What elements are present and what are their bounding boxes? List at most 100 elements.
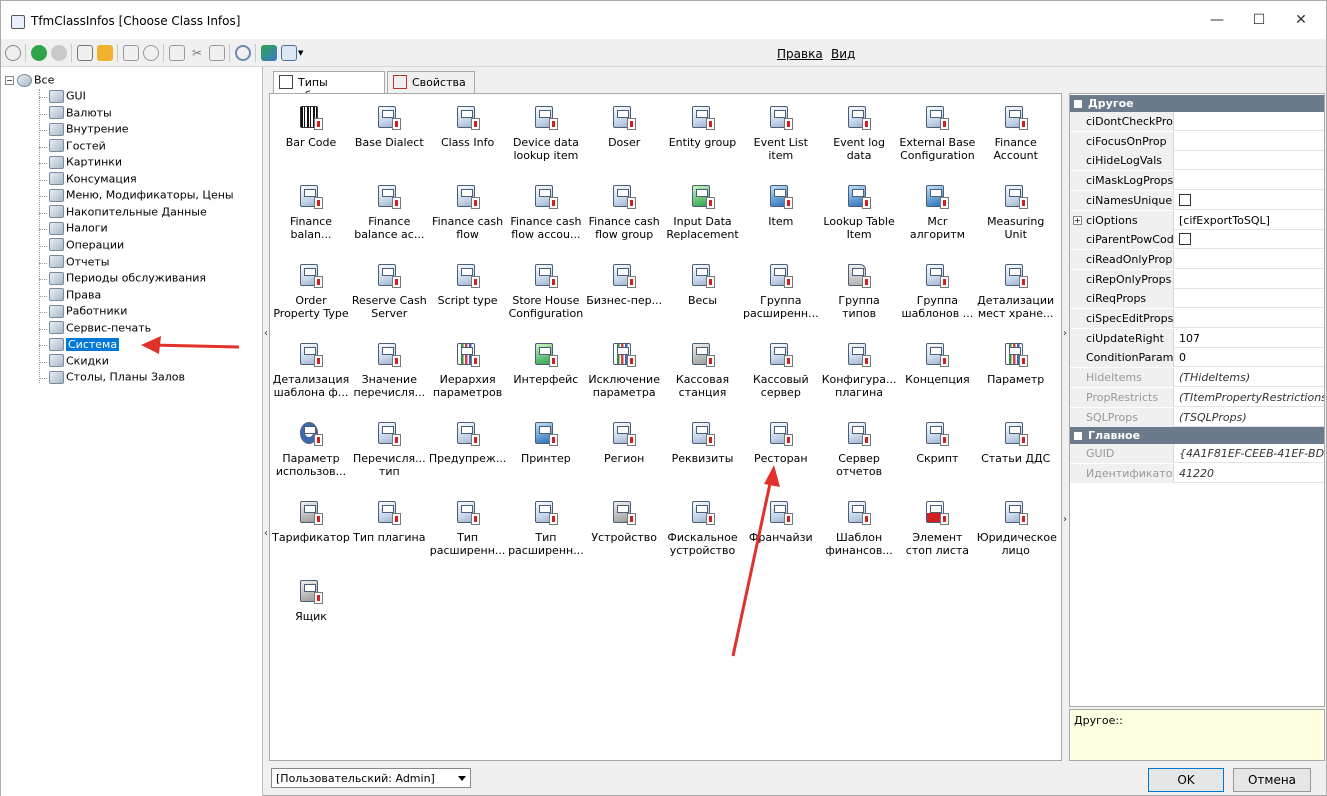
tree-item[interactable]: Гостей	[49, 139, 106, 155]
property-value[interactable]	[1176, 270, 1324, 289]
property-value[interactable]: 107	[1176, 329, 1324, 348]
tree-item[interactable]: Внутрение	[49, 122, 129, 138]
history-icon[interactable]	[5, 45, 21, 61]
tree-item[interactable]: Валюты	[49, 106, 112, 122]
collapse-icon[interactable]	[1074, 432, 1082, 441]
object-type-tile[interactable]: Предупреж...	[429, 414, 507, 484]
property-value[interactable]: (THideItems)	[1176, 368, 1324, 387]
property-row[interactable]: ciReadOnlyProps	[1070, 249, 1324, 269]
property-value[interactable]: [cifExportToSQL]	[1176, 211, 1324, 230]
forward-icon[interactable]	[51, 45, 67, 61]
user-combo[interactable]: [Пользовательский: Admin]	[271, 768, 471, 788]
property-checkbox[interactable]	[1179, 193, 1191, 206]
property-value[interactable]	[1176, 112, 1324, 131]
tree-root[interactable]: − Все	[5, 73, 54, 89]
tree-item[interactable]: GUI	[49, 89, 86, 105]
property-row[interactable]: PropRestricts (TItemPropertyRestrictions)	[1070, 387, 1324, 407]
paste-icon[interactable]	[209, 45, 225, 61]
tab-object-types[interactable]: Типы объектов	[273, 71, 385, 102]
property-value[interactable]	[1176, 230, 1324, 249]
object-type-tile[interactable]: Тарификатор	[272, 493, 350, 563]
object-type-tile[interactable]: Finance balance ac...	[350, 177, 428, 247]
object-type-tile[interactable]: Кассовая станция	[664, 335, 742, 405]
property-value[interactable]	[1176, 309, 1324, 328]
object-type-tile[interactable]: Finance Account	[977, 98, 1055, 168]
object-type-tile[interactable]: Doser	[585, 98, 663, 168]
collapse-icon[interactable]: −	[5, 75, 14, 85]
object-type-tile[interactable]: Input Data Replacement	[664, 177, 742, 247]
object-type-tile[interactable]: Юридическое лицо	[977, 493, 1057, 563]
object-type-tile[interactable]: Элемент стоп листа	[898, 493, 976, 563]
object-type-tile[interactable]: Группа шаблонов ...	[898, 256, 976, 326]
object-type-tile[interactable]: Script type	[429, 256, 507, 326]
property-value[interactable]	[1176, 132, 1324, 151]
minimize-button[interactable]: —	[1197, 9, 1237, 31]
cancel-button[interactable]: Отмена	[1233, 768, 1311, 792]
object-type-tile[interactable]: Lookup Table Item	[820, 177, 898, 247]
object-type-tile[interactable]: Иерархия параметров	[429, 335, 507, 405]
property-value[interactable]	[1176, 151, 1324, 170]
tree-item[interactable]: Периоды обслуживания	[49, 271, 206, 287]
property-row[interactable]: ciDontCheckProp	[1070, 112, 1324, 131]
tree-item[interactable]: Отчеты	[49, 255, 109, 271]
tree-item[interactable]: Работники	[49, 304, 127, 320]
object-type-tile[interactable]: Base Dialect	[350, 98, 428, 168]
back-icon[interactable]	[31, 45, 47, 61]
close-button[interactable]: ✕	[1281, 9, 1321, 31]
property-row[interactable]: ciMaskLogProps	[1070, 171, 1324, 191]
category-tree[interactable]: − Все GUI Валюты Внутрение Гостей Картинки Конс…	[1, 67, 263, 796]
object-type-tile[interactable]: Параметр использов...	[272, 414, 350, 484]
property-row[interactable]: HideItems (THideItems)	[1070, 368, 1324, 388]
object-type-tile[interactable]: Order Property Type	[272, 256, 350, 326]
tab-properties[interactable]: Свойства	[387, 71, 475, 93]
object-type-tile[interactable]: Reserve Cash Server	[350, 256, 428, 326]
property-value[interactable]: 0	[1176, 348, 1324, 367]
object-type-tile[interactable]: Сервер отчетов	[820, 414, 898, 484]
object-type-tile[interactable]: Устройство	[585, 493, 663, 563]
object-type-tile[interactable]: Тип плагина	[350, 493, 428, 563]
object-type-tile[interactable]: Тип расширенн...	[507, 493, 585, 563]
property-row[interactable]: ciHideLogVals	[1070, 151, 1324, 171]
object-type-tile[interactable]: Шаблон финансов...	[820, 493, 898, 563]
property-row[interactable]: ciRepOnlyProps	[1070, 269, 1324, 289]
object-type-tile[interactable]: Event List item	[742, 98, 820, 168]
menu-edit[interactable]: Правка	[777, 47, 823, 61]
tree-item[interactable]: Накопительные Данные	[49, 205, 207, 221]
colors-icon[interactable]	[261, 45, 277, 61]
property-row[interactable]: ciParentPowCod	[1070, 230, 1324, 250]
tree-item[interactable]: Столы, Планы Залов	[49, 370, 185, 386]
object-type-tile[interactable]: Детализации мест хране...	[977, 256, 1055, 326]
property-value[interactable]: (TItemPropertyRestrictions)	[1176, 388, 1324, 407]
object-type-tile[interactable]: Группа типов	[820, 256, 898, 326]
ok-button[interactable]: OK	[1148, 768, 1224, 792]
object-type-tile[interactable]: Finance balan...	[272, 177, 350, 247]
tree-item[interactable]: Налоги	[49, 221, 108, 237]
property-value[interactable]	[1176, 171, 1324, 190]
object-type-tile[interactable]: Перечисля... тип	[350, 414, 428, 484]
open-folder-icon[interactable]	[97, 45, 113, 61]
property-row[interactable]: ciUpdateRight 107	[1070, 328, 1324, 348]
object-type-tile[interactable]: Бизнес-пер...	[585, 256, 663, 326]
object-type-tile[interactable]: Item	[742, 177, 820, 247]
property-value[interactable]: (TSQLProps)	[1176, 408, 1324, 427]
object-type-tile[interactable]: Device data lookup item	[507, 98, 585, 168]
property-value[interactable]: {4A1F81EF-CEEB-41EF-BD4	[1176, 444, 1324, 463]
object-type-tile[interactable]: Интерфейс	[507, 335, 585, 405]
object-type-tile[interactable]: Группа расширенн...	[742, 256, 820, 326]
object-type-tile[interactable]: Регион	[585, 414, 663, 484]
property-value[interactable]	[1176, 191, 1324, 210]
object-type-tile[interactable]: Measuring Unit	[977, 177, 1055, 247]
object-type-tile[interactable]: Значение перечисля...	[350, 335, 428, 405]
tree-item[interactable]: Картинки	[49, 155, 122, 171]
property-row[interactable]: ciFocusOnProp	[1070, 131, 1324, 151]
object-type-tile[interactable]: Принтер	[507, 414, 585, 484]
object-type-tile[interactable]: Event log data	[820, 98, 898, 168]
object-type-tile[interactable]: External Base Configuration	[898, 98, 976, 168]
property-value[interactable]: 41220	[1176, 464, 1324, 483]
object-type-tile[interactable]: Тип расширенн...	[429, 493, 507, 563]
object-type-tile[interactable]: Finance cash flow group	[585, 177, 663, 247]
object-type-tile[interactable]: Кассовый сервер	[742, 335, 820, 405]
object-type-tile[interactable]: Store House Configuration	[507, 256, 585, 326]
tree-item[interactable]: Права	[49, 288, 101, 304]
object-type-tile[interactable]: Франчайзи	[742, 493, 820, 563]
